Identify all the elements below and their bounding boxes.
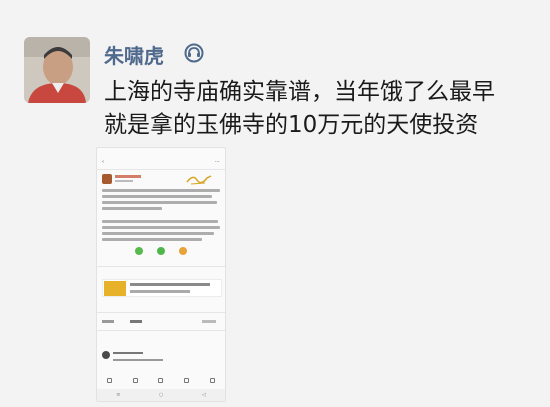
nav-back-icon: ◁ <box>201 392 206 398</box>
phone-header <box>97 157 225 167</box>
phone-bottom-actions <box>97 374 225 386</box>
phone-divider <box>97 330 225 331</box>
phone-share-actions <box>97 247 225 255</box>
favorite-icon <box>179 247 187 255</box>
avatar-photo <box>24 37 90 103</box>
wechat-icon <box>135 247 143 255</box>
phone-nav-bar: ≡ ○ ◁ <box>97 389 225 401</box>
phone-user-name <box>115 175 141 178</box>
post-text: 上海的寺庙确实靠谱，当年饿了么最早 就是拿的玉佛寺的10万元的天使投资 <box>104 76 544 142</box>
phone-comment-avatar <box>102 351 110 359</box>
phone-article-body <box>102 189 222 244</box>
phone-comment-text <box>113 359 163 361</box>
nav-menu-icon: ≡ <box>116 392 121 398</box>
signature-graphic <box>186 175 212 185</box>
headset-icon <box>184 43 204 63</box>
author-name[interactable]: 朱啸虎 <box>104 40 164 69</box>
attached-screenshot-image[interactable]: ‹ ⋯ ≡ ○ ◁ <box>96 147 226 402</box>
phone-user-avatar <box>102 174 112 184</box>
more-icon: ⋯ <box>215 159 220 165</box>
phone-status-bar <box>103 151 219 156</box>
phone-comment-tabs <box>102 318 222 326</box>
nav-home-icon: ○ <box>158 392 164 398</box>
phone-comment-name <box>113 352 143 354</box>
post-text-line-1: 上海的寺庙确实靠谱，当年饿了么最早 <box>104 79 495 105</box>
author-avatar[interactable] <box>24 37 90 103</box>
phone-divider <box>97 169 225 170</box>
phone-linked-article-card <box>102 279 222 297</box>
phone-user-time <box>115 180 133 182</box>
phone-divider <box>97 312 225 313</box>
moments-icon <box>157 247 165 255</box>
post-text-line-2: 就是拿的玉佛寺的10万元的天使投资 <box>104 112 479 138</box>
phone-divider <box>97 266 225 267</box>
